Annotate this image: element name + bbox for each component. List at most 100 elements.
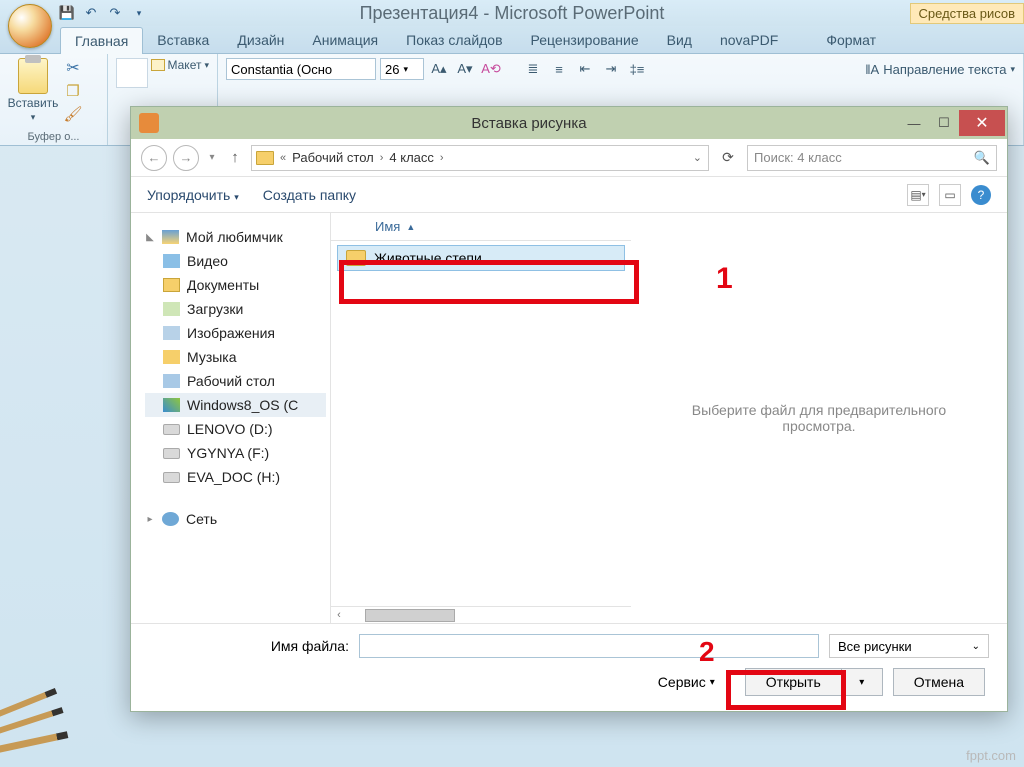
filename-label: Имя файла: xyxy=(149,638,349,654)
cut-icon[interactable]: ✂ xyxy=(62,58,84,78)
filetype-combo[interactable]: Все рисунки ⌄ xyxy=(829,634,989,658)
copy-icon[interactable]: ❐ xyxy=(62,81,84,101)
cancel-button[interactable]: Отмена xyxy=(893,668,985,696)
sort-indicator-icon: ▲ xyxy=(406,222,415,232)
save-icon[interactable]: 💾 xyxy=(58,4,76,22)
preview-pane: Выберите файл для предварительного просм… xyxy=(631,213,1007,623)
search-input[interactable]: Поиск: 4 класс 🔍 xyxy=(747,145,997,171)
crumb-klass[interactable]: 4 класс xyxy=(389,150,434,165)
tree-ygynya-drive[interactable]: YGYNYA (F:) xyxy=(145,441,326,465)
folder-icon xyxy=(346,250,366,266)
tree-desktop[interactable]: Рабочий стол xyxy=(145,369,326,393)
insert-picture-dialog: Вставка рисунка — ☐ ✕ ← → ▾ ↑ « Рабочий … xyxy=(130,106,1008,712)
tree-os-drive[interactable]: Windows8_OS (C xyxy=(145,393,326,417)
filename-input[interactable] xyxy=(359,634,819,658)
maximize-button[interactable]: ☐ xyxy=(929,110,959,136)
text-direction-icon: ‖A xyxy=(865,62,879,77)
tab-review[interactable]: Рецензирование xyxy=(517,27,653,53)
font-combo[interactable]: Constantia (Осно xyxy=(226,58,376,80)
open-dropdown-icon[interactable]: ▾ xyxy=(841,668,883,696)
network-icon xyxy=(162,512,179,526)
video-icon xyxy=(163,254,180,268)
tab-view[interactable]: Вид xyxy=(653,27,706,53)
scrollbar-thumb[interactable] xyxy=(365,609,455,622)
tab-home[interactable]: Главная xyxy=(60,27,143,54)
tree-lenovo-drive[interactable]: LENOVO (D:) xyxy=(145,417,326,441)
redo-icon[interactable]: ↷ xyxy=(106,4,124,22)
new-folder-button[interactable]: Создать папку xyxy=(263,187,356,203)
format-painter-icon[interactable]: 🖌 xyxy=(62,104,84,124)
tree-label: Мой любимчик xyxy=(186,229,283,245)
undo-icon[interactable]: ↶ xyxy=(82,4,100,22)
search-placeholder: Поиск: 4 класс xyxy=(754,150,842,165)
layout-label: Макет xyxy=(168,58,202,72)
qat-more-icon[interactable]: ▾ xyxy=(130,4,148,22)
organize-button[interactable]: Упорядочить ▾ xyxy=(147,187,239,203)
breadcrumb[interactable]: « Рабочий стол › 4 класс › ⌄ xyxy=(251,145,709,171)
collapse-icon[interactable]: ◣ xyxy=(145,232,155,243)
open-button[interactable]: Открыть ▾ xyxy=(745,668,883,696)
layout-button[interactable]: Макет ▾ xyxy=(151,58,210,72)
minimize-button[interactable]: — xyxy=(899,110,929,136)
clipboard-group-label: Буфер о... xyxy=(8,131,99,143)
text-direction-button[interactable]: ‖A Направление текста ▾ xyxy=(865,62,1015,77)
tab-format[interactable]: Формат xyxy=(812,27,890,53)
office-button[interactable] xyxy=(8,4,52,48)
new-slide-icon[interactable] xyxy=(116,58,148,88)
font-size-combo[interactable]: 26▾ xyxy=(380,58,424,80)
chevron-right-icon: › xyxy=(438,152,446,164)
tab-animation[interactable]: Анимация xyxy=(298,27,392,53)
chevron-down-icon[interactable]: ⌄ xyxy=(691,151,704,164)
tree-documents[interactable]: Документы xyxy=(145,273,326,297)
numbering-icon[interactable]: ≡ xyxy=(548,59,570,79)
tab-slideshow[interactable]: Показ слайдов xyxy=(392,27,516,53)
expand-icon[interactable]: ▸ xyxy=(145,514,155,525)
grow-font-icon[interactable]: A▴ xyxy=(428,59,450,79)
tree-music[interactable]: Музыка xyxy=(145,345,326,369)
tab-novapdf[interactable]: novaPDF xyxy=(706,27,792,53)
chevron-right-icon: › xyxy=(378,152,386,164)
increase-indent-icon[interactable]: ⇥ xyxy=(600,59,622,79)
drive-icon xyxy=(163,472,180,483)
refresh-button[interactable]: ⟳ xyxy=(715,149,741,166)
pencils-decor xyxy=(0,725,60,767)
bullets-icon[interactable]: ≣ xyxy=(522,59,544,79)
crumb-desktop[interactable]: Рабочий стол xyxy=(292,150,374,165)
help-icon[interactable]: ? xyxy=(971,185,991,205)
clear-formatting-icon[interactable]: A⟲ xyxy=(480,59,502,79)
dialog-app-icon xyxy=(139,113,159,133)
layout-icon xyxy=(151,59,165,71)
drawing-tools-tab[interactable]: Средства рисов xyxy=(910,3,1024,24)
history-dropdown-icon[interactable]: ▾ xyxy=(205,152,219,163)
view-mode-button[interactable]: ▤▾ xyxy=(907,184,929,206)
file-item[interactable]: Животные степи xyxy=(337,245,625,271)
dialog-footer: Имя файла: Все рисунки ⌄ Сервис▾ Открыть… xyxy=(131,623,1007,711)
scroll-left-icon[interactable]: ‹ xyxy=(331,609,347,621)
tree-pictures[interactable]: Изображения xyxy=(145,321,326,345)
paste-button[interactable]: Вставить ▾ xyxy=(8,58,58,124)
preview-pane-button[interactable]: ▭ xyxy=(939,184,961,206)
tree-eva-drive[interactable]: EVA_DOC (H:) xyxy=(145,465,326,489)
tab-design[interactable]: Дизайн xyxy=(223,27,298,53)
tree-favorites[interactable]: ◣ Мой любимчик xyxy=(145,225,326,249)
filetype-label: Все рисунки xyxy=(838,639,912,654)
line-spacing-icon[interactable]: ‡≡ xyxy=(626,59,648,79)
tree-label: YGYNYA (F:) xyxy=(187,445,269,461)
service-button[interactable]: Сервис▾ xyxy=(658,674,715,690)
up-button[interactable]: ↑ xyxy=(225,149,245,166)
open-label: Открыть xyxy=(766,674,821,690)
forward-button[interactable]: → xyxy=(173,145,199,171)
decrease-indent-icon[interactable]: ⇤ xyxy=(574,59,596,79)
favorites-icon xyxy=(162,230,179,244)
tree-downloads[interactable]: Загрузки xyxy=(145,297,326,321)
close-button[interactable]: ✕ xyxy=(959,110,1005,136)
shrink-font-icon[interactable]: A▾ xyxy=(454,59,476,79)
tab-insert[interactable]: Вставка xyxy=(143,27,223,53)
horizontal-scrollbar[interactable]: ‹ xyxy=(331,606,631,623)
column-header-name[interactable]: Имя ▲ xyxy=(331,213,631,241)
tree-video[interactable]: Видео xyxy=(145,249,326,273)
back-button[interactable]: ← xyxy=(141,145,167,171)
file-list-pane: Имя ▲ Животные степи ‹ xyxy=(331,213,631,623)
tree-network[interactable]: ▸ Сеть xyxy=(145,507,326,531)
paste-label: Вставить xyxy=(8,96,59,110)
